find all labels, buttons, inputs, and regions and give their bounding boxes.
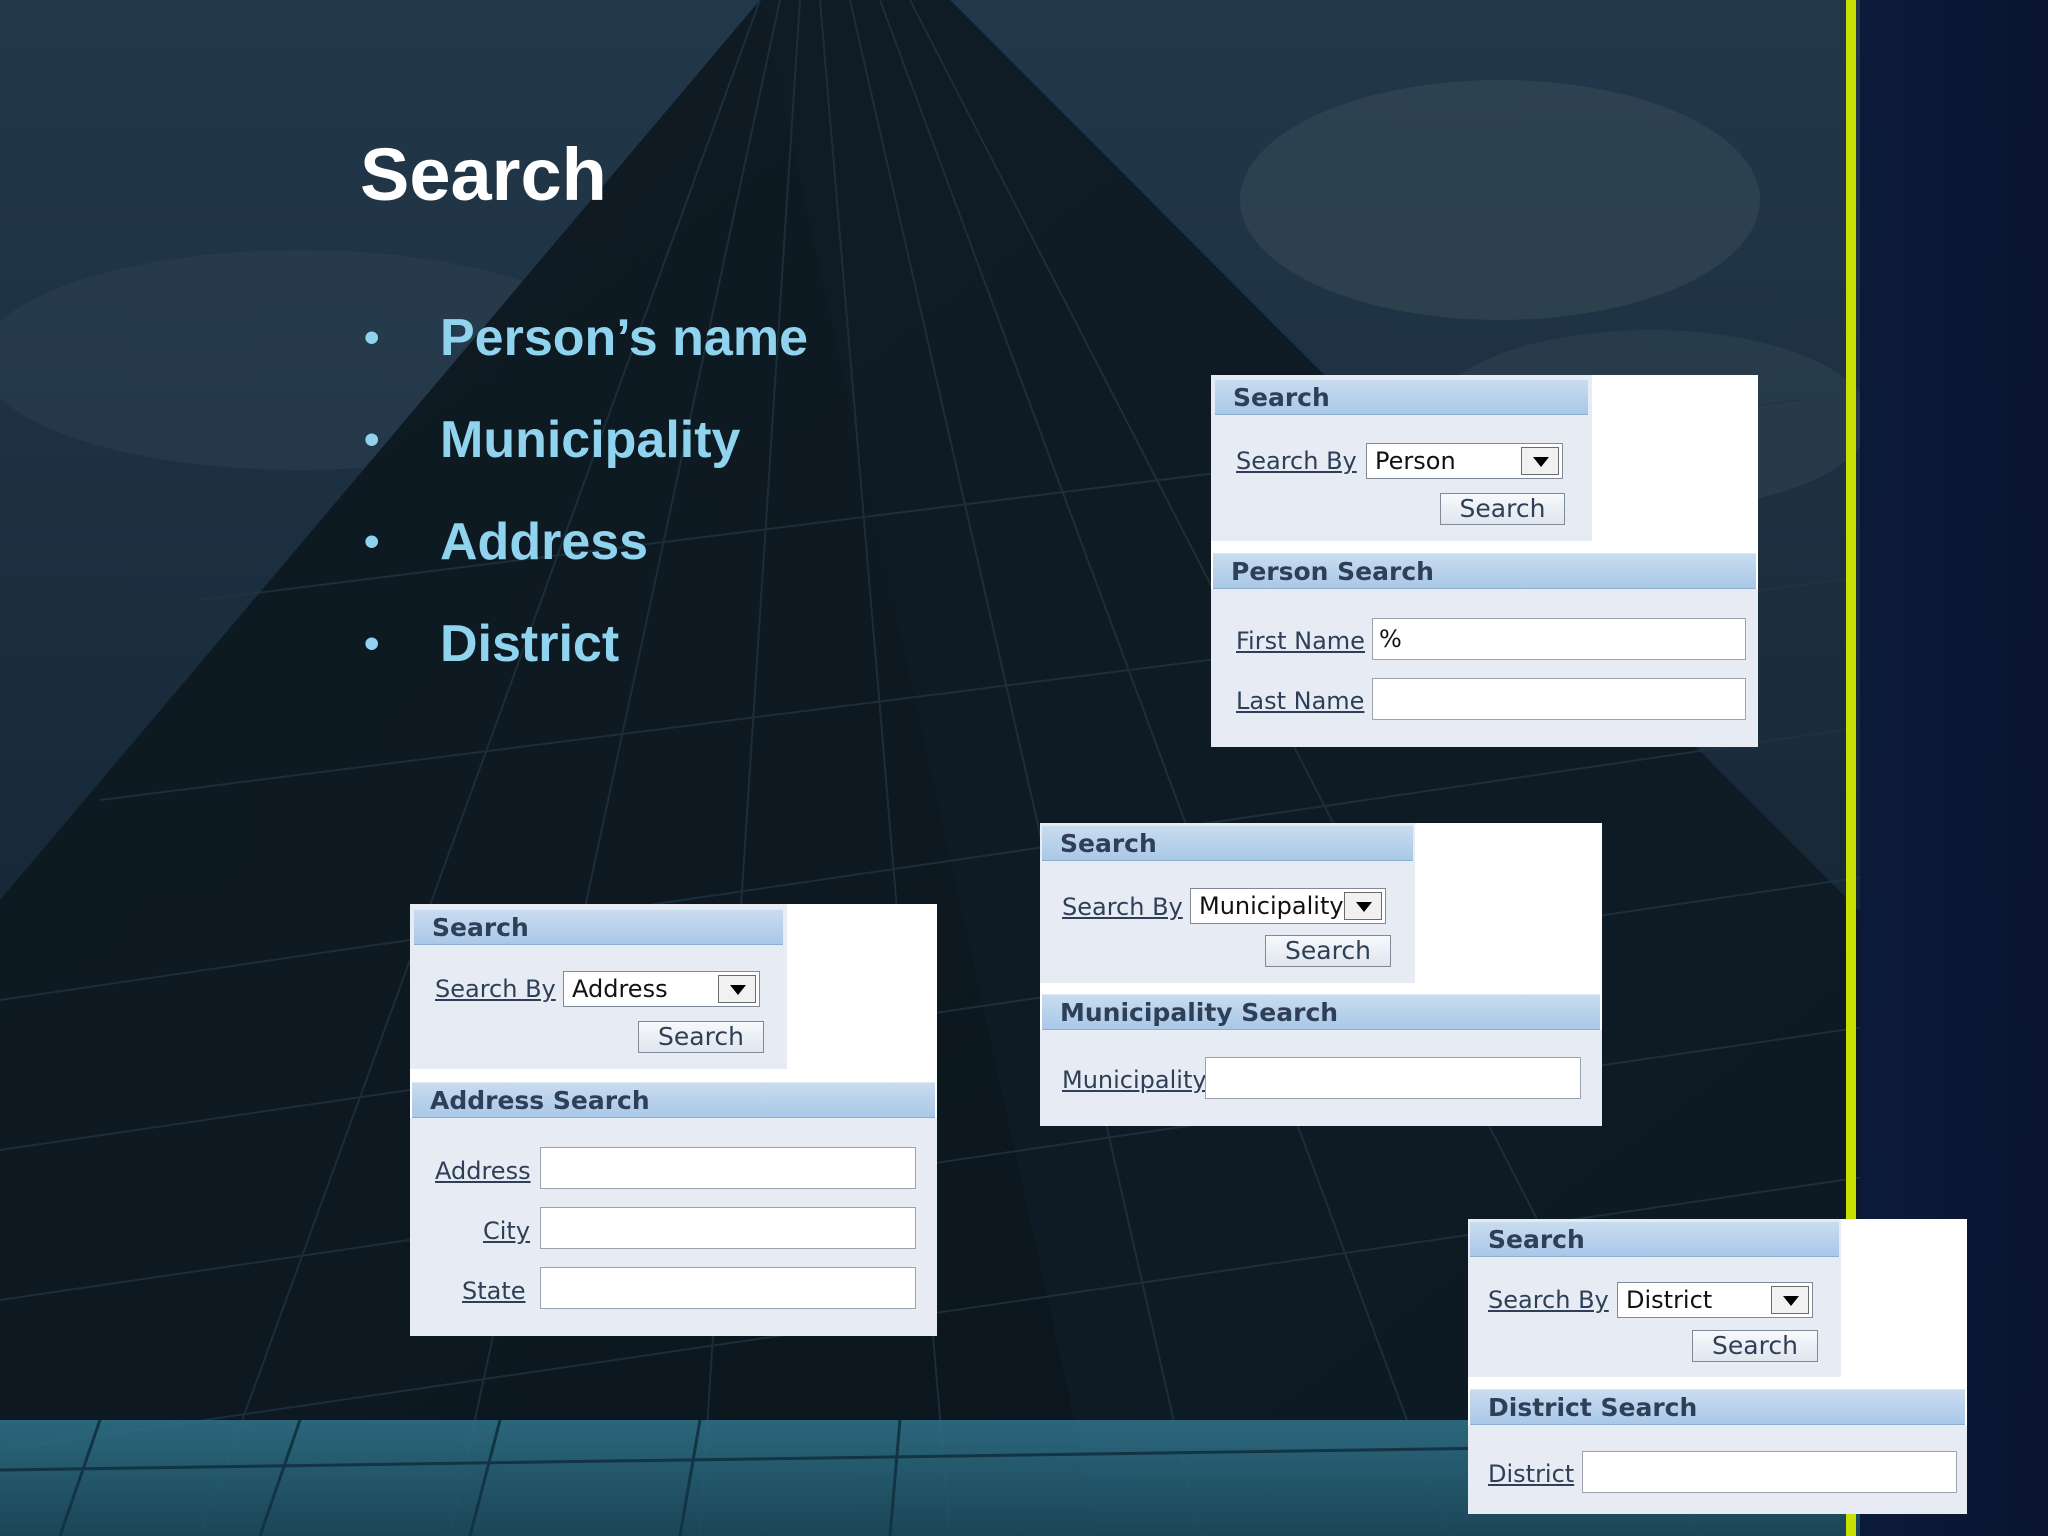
last-name-label: Last Name (1236, 687, 1365, 715)
bullet-text: Address (440, 513, 649, 571)
bullet-icon: • (364, 517, 380, 566)
search-by-label: Search By (435, 975, 556, 1003)
search-by-label: Search By (1488, 1286, 1609, 1314)
search-header: Search (414, 909, 783, 945)
person-search-panel: Search Search By Person Search Person Se… (1211, 375, 1758, 747)
bullet-icon: • (364, 313, 380, 362)
address-label: Address (435, 1157, 531, 1185)
search-by-select[interactable]: Person (1366, 443, 1563, 479)
search-header: Search (1215, 379, 1588, 415)
municipality-search-fields: Municipality (1040, 1030, 1602, 1126)
address-search-fields: Address City State (410, 1118, 937, 1336)
slide-title: Search (360, 133, 607, 216)
last-name-input[interactable] (1372, 678, 1746, 720)
municipality-search-panel: Search Search By Municipality Search Mun… (1040, 823, 1602, 1126)
district-input[interactable] (1582, 1451, 1957, 1493)
bullet-item-person-name: • Person’s name (360, 298, 808, 400)
bullet-list: • Person’s name • Municipality • Address • D… (360, 298, 808, 706)
municipality-search-header: Municipality Search (1042, 994, 1600, 1030)
bullet-icon: • (364, 415, 380, 464)
address-input[interactable] (540, 1147, 916, 1189)
search-button[interactable]: Search (1692, 1330, 1818, 1362)
bullet-text: Municipality (440, 411, 741, 469)
search-by-value: Person (1375, 447, 1456, 475)
municipality-label: Municipality (1062, 1066, 1207, 1094)
search-by-value: District (1626, 1286, 1713, 1314)
search-button[interactable]: Search (1265, 935, 1391, 967)
bullet-text: Person’s name (440, 309, 809, 367)
city-label: City (483, 1217, 531, 1245)
search-by-section: Search Search By Person Search (1211, 375, 1592, 541)
person-search-fields: First Name % Last Name (1211, 589, 1758, 747)
bullet-item-municipality: • Municipality (360, 400, 808, 502)
search-by-select[interactable]: District (1617, 1282, 1813, 1318)
dropdown-arrow-icon[interactable] (1521, 447, 1559, 475)
search-button[interactable]: Search (638, 1021, 764, 1053)
address-search-panel: Search Search By Address Search Address … (410, 904, 937, 1336)
address-search-header: Address Search (412, 1082, 935, 1118)
dropdown-arrow-icon[interactable] (1344, 892, 1382, 920)
search-header: Search (1042, 825, 1413, 861)
first-name-label: First Name (1236, 627, 1365, 655)
bullet-item-district: • District (360, 604, 808, 706)
dropdown-arrow-icon[interactable] (1771, 1286, 1809, 1314)
district-search-header: District Search (1470, 1389, 1965, 1425)
bullet-item-address: • Address (360, 502, 808, 604)
search-by-select[interactable]: Address (563, 971, 760, 1007)
bullet-text: District (440, 615, 620, 673)
search-by-value: Municipality (1199, 892, 1344, 920)
search-header: Search (1470, 1221, 1839, 1257)
district-search-fields: District (1468, 1425, 1967, 1514)
city-input[interactable] (540, 1207, 916, 1249)
search-by-section: Search Search By Municipality Search (1040, 823, 1415, 983)
search-button[interactable]: Search (1440, 493, 1565, 525)
bullet-icon: • (364, 619, 380, 668)
state-input[interactable] (540, 1267, 916, 1309)
state-label: State (462, 1277, 526, 1305)
search-by-label: Search By (1236, 447, 1357, 475)
search-by-section: Search Search By Address Search (410, 904, 787, 1069)
search-by-value: Address (572, 975, 668, 1003)
search-by-section: Search Search By District Search (1468, 1219, 1841, 1377)
district-search-panel: Search Search By District Search Distric… (1468, 1219, 1967, 1514)
municipality-input[interactable] (1205, 1057, 1581, 1099)
search-by-select[interactable]: Municipality (1190, 888, 1386, 924)
search-by-label: Search By (1062, 893, 1183, 921)
first-name-input[interactable]: % (1372, 618, 1746, 660)
district-label: District (1488, 1460, 1575, 1488)
dropdown-arrow-icon[interactable] (718, 975, 756, 1003)
person-search-header: Person Search (1213, 553, 1756, 589)
